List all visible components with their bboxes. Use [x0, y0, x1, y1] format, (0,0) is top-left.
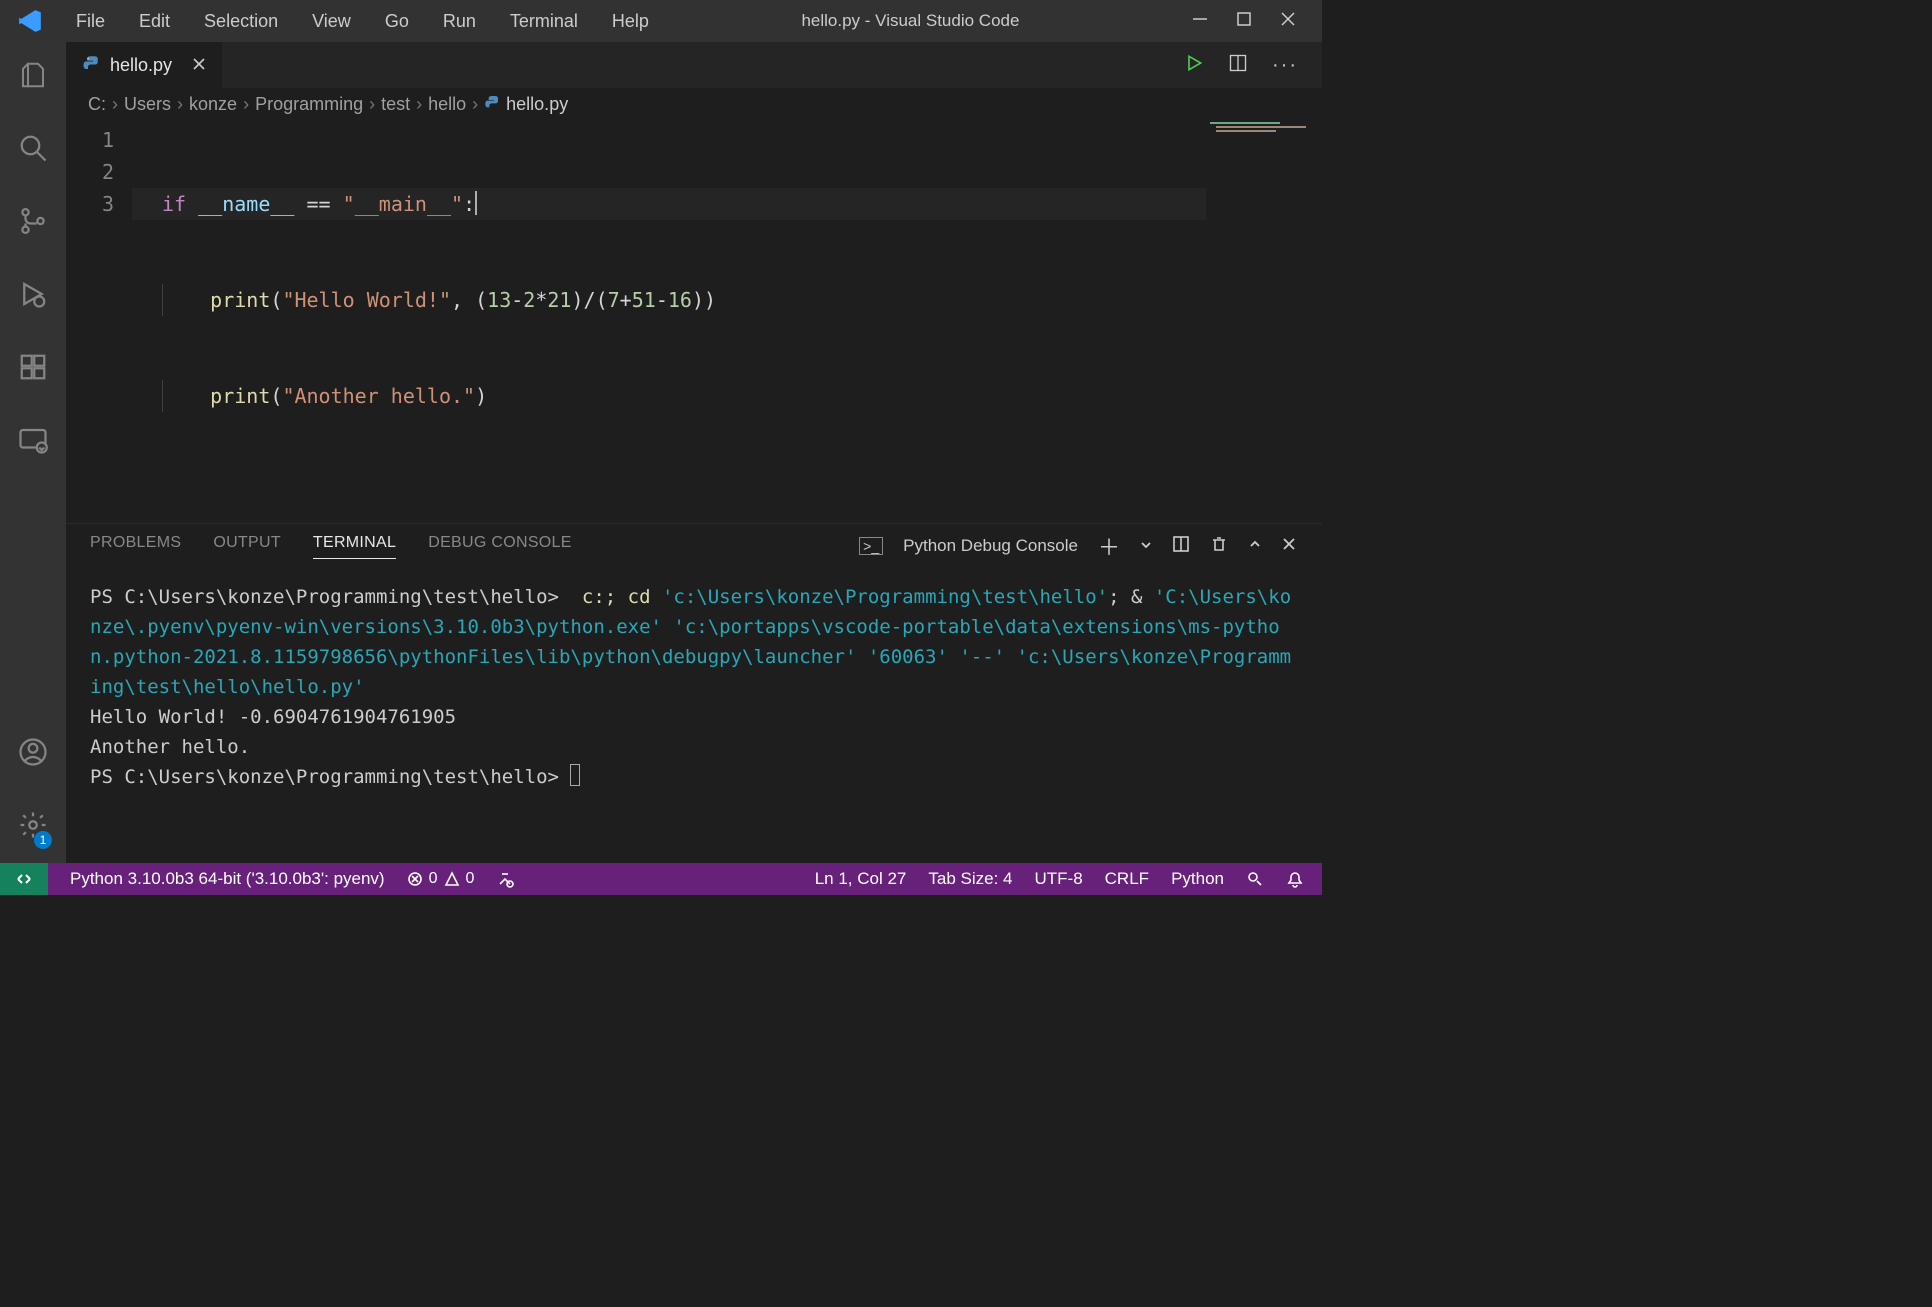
panel: PROBLEMS OUTPUT TERMINAL DEBUG CONSOLE >…	[66, 523, 1322, 863]
close-panel-icon[interactable]	[1282, 536, 1296, 556]
run-file-icon[interactable]	[1184, 53, 1204, 78]
terminal-name[interactable]: Python Debug Console	[903, 536, 1078, 556]
terminal-body[interactable]: PS C:\Users\konze\Programming\test\hello…	[66, 568, 1322, 863]
minimize-icon[interactable]	[1192, 11, 1208, 32]
breadcrumb-seg[interactable]: Users	[124, 94, 171, 115]
status-tab-size[interactable]: Tab Size: 4	[928, 869, 1012, 889]
breadcrumb-seg[interactable]: konze	[189, 94, 237, 115]
text-cursor	[475, 191, 477, 215]
explorer-icon[interactable]	[18, 60, 48, 95]
split-editor-icon[interactable]	[1228, 53, 1248, 78]
breadcrumb-file[interactable]: hello.py	[506, 94, 568, 115]
status-python-interpreter[interactable]: Python 3.10.0b3 64-bit ('3.10.0b3': pyen…	[70, 869, 385, 889]
panel-tab-output[interactable]: OUTPUT	[213, 534, 281, 558]
editor-tab-hello[interactable]: hello.py	[66, 42, 223, 88]
main-menu: File Edit Selection View Go Run Terminal…	[60, 9, 655, 34]
breadcrumb-seg[interactable]: C:	[88, 94, 106, 115]
code-line[interactable]: if __name__ == "__main__":	[132, 188, 1206, 220]
breadcrumb[interactable]: C:› Users› konze› Programming› test› hel…	[66, 88, 1322, 120]
menu-file[interactable]: File	[70, 9, 111, 34]
minimap[interactable]	[1206, 120, 1322, 523]
panel-tabs: PROBLEMS OUTPUT TERMINAL DEBUG CONSOLE >…	[66, 524, 1322, 568]
status-problems[interactable]: 0 0	[407, 870, 475, 888]
code-editor[interactable]: 1 2 3 if __name__ == "__main__": print("…	[66, 120, 1206, 523]
terminal-output: Another hello.	[90, 736, 250, 758]
extensions-icon[interactable]	[18, 352, 48, 387]
tab-filename: hello.py	[110, 55, 172, 76]
window-title: hello.py - Visual Studio Code	[655, 11, 1166, 31]
menu-go[interactable]: Go	[379, 9, 415, 34]
new-terminal-icon[interactable]: ＋	[1098, 530, 1120, 562]
menu-selection[interactable]: Selection	[198, 9, 284, 34]
maximize-panel-icon[interactable]	[1248, 536, 1262, 556]
activity-bar: 1	[0, 42, 66, 863]
source-control-icon[interactable]	[18, 206, 48, 241]
split-terminal-icon[interactable]	[1172, 535, 1190, 558]
menu-help[interactable]: Help	[606, 9, 655, 34]
remote-indicator-icon[interactable]	[0, 863, 48, 895]
main-area: hello.py ··· C:› Users› konze› Programmi…	[66, 42, 1322, 863]
menu-run[interactable]: Run	[437, 9, 482, 34]
maximize-icon[interactable]	[1236, 11, 1252, 32]
more-actions-icon[interactable]: ···	[1272, 54, 1298, 77]
line-number-gutter: 1 2 3	[66, 120, 132, 523]
breadcrumb-seg[interactable]: Programming	[255, 94, 363, 115]
terminal-dropdown-icon[interactable]	[1140, 536, 1152, 556]
terminal-cursor	[570, 764, 580, 786]
python-file-icon	[82, 54, 100, 77]
status-bar: Python 3.10.0b3 64-bit ('3.10.0b3': pyen…	[0, 863, 1322, 895]
title-bar: File Edit Selection View Go Run Terminal…	[0, 0, 1322, 42]
status-encoding[interactable]: UTF-8	[1034, 869, 1082, 889]
status-warning-count: 0	[466, 870, 475, 888]
breadcrumb-seg[interactable]: hello	[428, 94, 466, 115]
status-debug-icon[interactable]	[496, 870, 514, 888]
kill-terminal-icon[interactable]	[1210, 535, 1228, 558]
status-error-count: 0	[429, 870, 438, 888]
terminal-launch-profile-icon[interactable]: >_	[859, 537, 883, 555]
code-body[interactable]: if __name__ == "__main__": print("Hello …	[132, 120, 1206, 523]
menu-terminal[interactable]: Terminal	[504, 9, 584, 34]
menu-edit[interactable]: Edit	[133, 9, 176, 34]
accounts-icon[interactable]	[18, 737, 48, 772]
tab-close-icon[interactable]	[192, 55, 206, 76]
status-eol[interactable]: CRLF	[1105, 869, 1149, 889]
python-file-icon	[484, 94, 500, 115]
status-language[interactable]: Python	[1171, 869, 1224, 889]
body: 1 hello.py ··· C:› Users›	[0, 42, 1322, 863]
settings-badge: 1	[34, 831, 52, 849]
search-icon[interactable]	[18, 133, 48, 168]
editor-tabs: hello.py ···	[66, 42, 1322, 88]
run-debug-icon[interactable]	[18, 279, 48, 314]
vscode-logo-icon	[0, 8, 60, 34]
editor-wrap: 1 2 3 if __name__ == "__main__": print("…	[66, 120, 1322, 523]
panel-tab-debug-console[interactable]: DEBUG CONSOLE	[428, 534, 572, 558]
terminal-output: Hello World! -0.6904761904761905	[90, 706, 456, 728]
close-icon[interactable]	[1280, 11, 1296, 32]
menu-view[interactable]: View	[306, 9, 357, 34]
status-cursor-position[interactable]: Ln 1, Col 27	[815, 869, 907, 889]
code-line[interactable]: print("Another hello.")	[132, 380, 1206, 412]
code-line[interactable]: print("Hello World!", (13-2*21)/(7+51-16…	[132, 284, 1206, 316]
status-feedback-icon[interactable]	[1246, 870, 1264, 888]
panel-tab-problems[interactable]: PROBLEMS	[90, 534, 181, 558]
remote-explorer-icon[interactable]	[18, 425, 48, 460]
status-notifications-icon[interactable]	[1286, 870, 1304, 888]
panel-tab-terminal[interactable]: TERMINAL	[313, 534, 396, 559]
settings-gear-icon[interactable]: 1	[18, 810, 48, 845]
breadcrumb-seg[interactable]: test	[381, 94, 410, 115]
